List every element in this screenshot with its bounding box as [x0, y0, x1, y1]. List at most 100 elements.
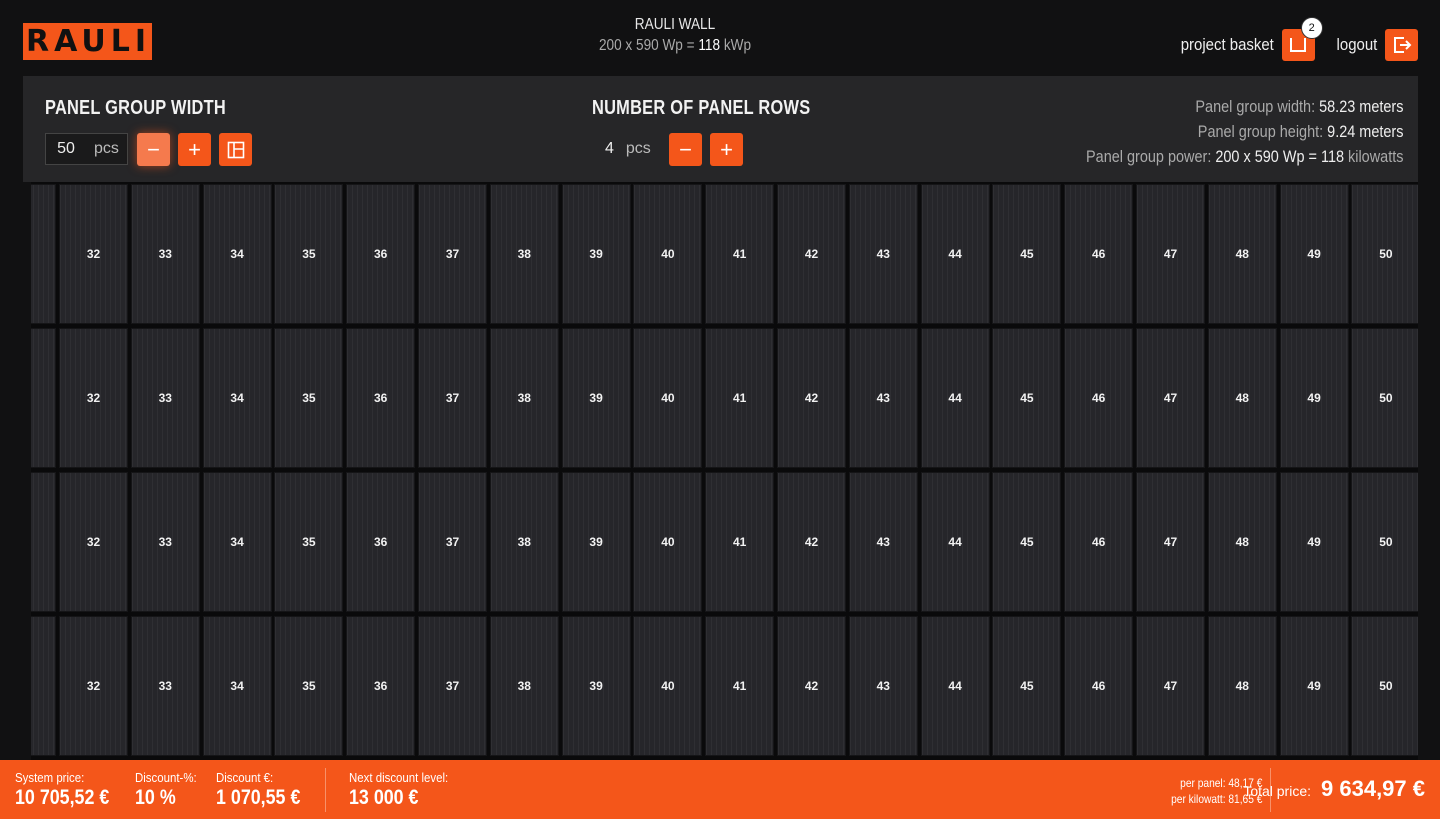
solar-panel[interactable]: 50 [1351, 328, 1418, 468]
info-power: Panel group power: 200 x 590 Wp = 118 ki… [1086, 144, 1403, 169]
solar-panel[interactable]: 41 [705, 328, 775, 468]
solar-panel[interactable]: 39 [561, 328, 631, 468]
solar-panel[interactable]: 49 [1279, 616, 1349, 756]
solar-panel[interactable]: 41 [705, 472, 775, 612]
solar-panel[interactable]: 43 [848, 328, 918, 468]
solar-panel[interactable]: 33 [130, 472, 200, 612]
solar-panel[interactable]: 38 [489, 616, 559, 756]
solar-panel-partial[interactable] [31, 328, 57, 468]
panel-number: 43 [876, 247, 890, 261]
solar-panel[interactable]: 45 [992, 328, 1062, 468]
panel-group-info: Panel group width: 58.23 meters Panel gr… [1030, 94, 1403, 169]
solar-panel[interactable]: 32 [59, 328, 128, 468]
project-basket-button[interactable]: 2 [1281, 17, 1323, 61]
solar-panel[interactable]: 48 [1207, 184, 1277, 324]
solar-panel[interactable]: 34 [202, 184, 272, 324]
solar-panel[interactable]: 35 [274, 616, 344, 756]
solar-panel-partial[interactable] [31, 616, 57, 756]
solar-panel[interactable]: 42 [777, 472, 846, 612]
solar-panel[interactable]: 46 [1064, 328, 1134, 468]
solar-panel[interactable]: 41 [705, 184, 775, 324]
solar-panel[interactable]: 44 [920, 616, 990, 756]
solar-panel[interactable]: 49 [1279, 328, 1349, 468]
solar-panel[interactable]: 45 [992, 184, 1062, 324]
solar-panel[interactable]: 42 [777, 184, 846, 324]
rows-plus-button[interactable]: + [710, 133, 743, 166]
solar-panel[interactable]: 39 [561, 472, 631, 612]
solar-panel[interactable]: 49 [1279, 184, 1349, 324]
solar-panel[interactable]: 44 [920, 472, 990, 612]
solar-panel[interactable]: 37 [418, 184, 487, 324]
rows-minus-button[interactable]: − [669, 133, 702, 166]
solar-panel[interactable]: 40 [633, 328, 703, 468]
solar-panel[interactable]: 38 [489, 184, 559, 324]
solar-panel[interactable]: 46 [1064, 616, 1134, 756]
solar-panel[interactable]: 47 [1136, 472, 1205, 612]
solar-panel[interactable]: 43 [848, 184, 918, 324]
solar-panel[interactable]: 41 [705, 616, 775, 756]
logout-button[interactable] [1385, 29, 1418, 61]
solar-panel[interactable]: 37 [418, 616, 487, 756]
solar-panel[interactable]: 44 [920, 184, 990, 324]
solar-panel[interactable]: 32 [59, 184, 128, 324]
rows-unit: pcs [625, 140, 651, 157]
solar-panel[interactable]: 47 [1136, 616, 1205, 756]
rauli-logo[interactable]: RAULI [23, 23, 152, 60]
solar-panel[interactable]: 40 [633, 616, 703, 756]
solar-panel[interactable]: 37 [418, 328, 487, 468]
solar-panel[interactable]: 35 [274, 328, 344, 468]
solar-panel[interactable]: 37 [418, 472, 487, 612]
solar-panel[interactable]: 33 [130, 328, 200, 468]
solar-panel[interactable]: 47 [1136, 184, 1205, 324]
layout-toggle-button[interactable] [219, 133, 252, 166]
solar-panel[interactable]: 42 [777, 616, 846, 756]
solar-panel[interactable]: 32 [59, 472, 128, 612]
solar-panel[interactable]: 38 [489, 472, 559, 612]
solar-panel[interactable]: 34 [202, 472, 272, 612]
rows-input[interactable]: 4 pcs [605, 133, 651, 165]
solar-panel[interactable]: 36 [346, 616, 416, 756]
solar-panel[interactable]: 49 [1279, 472, 1349, 612]
solar-panel[interactable]: 50 [1351, 616, 1418, 756]
solar-panel[interactable]: 36 [346, 472, 416, 612]
solar-panel[interactable]: 34 [202, 328, 272, 468]
project-basket-label[interactable]: project basket [1181, 35, 1274, 55]
solar-panel[interactable]: 34 [202, 616, 272, 756]
solar-panel[interactable]: 44 [920, 328, 990, 468]
solar-panel[interactable]: 46 [1064, 184, 1134, 324]
solar-panel[interactable]: 35 [274, 472, 344, 612]
solar-panel[interactable]: 47 [1136, 328, 1205, 468]
solar-panel[interactable]: 38 [489, 328, 559, 468]
solar-panel[interactable]: 48 [1207, 616, 1277, 756]
project-name: RAULI WALL [634, 16, 716, 33]
panel-number: 32 [86, 247, 101, 261]
width-input[interactable]: 50 pcs [45, 133, 128, 165]
solar-panel[interactable]: 45 [992, 616, 1062, 756]
solar-panel-partial[interactable] [31, 184, 57, 324]
solar-panel[interactable]: 40 [633, 472, 703, 612]
solar-panel[interactable]: 43 [848, 472, 918, 612]
solar-panel[interactable]: 50 [1351, 472, 1418, 612]
solar-panel[interactable]: 39 [561, 184, 631, 324]
solar-panel[interactable]: 48 [1207, 472, 1277, 612]
solar-panel[interactable]: 33 [130, 616, 200, 756]
solar-panel[interactable]: 50 [1351, 184, 1418, 324]
solar-panel-partial[interactable] [31, 472, 57, 612]
solar-panel[interactable]: 36 [346, 328, 416, 468]
solar-panel[interactable]: 42 [777, 328, 846, 468]
solar-panel[interactable]: 36 [346, 184, 416, 324]
width-plus-button[interactable]: + [178, 133, 211, 166]
panel-number: 32 [86, 391, 101, 405]
solar-panel[interactable]: 43 [848, 616, 918, 756]
solar-panel[interactable]: 33 [130, 184, 200, 324]
width-minus-button[interactable]: − [137, 133, 170, 166]
solar-panel[interactable]: 32 [59, 616, 128, 756]
total-price: Total price: 9 634,97 € [1243, 776, 1425, 802]
solar-panel[interactable]: 45 [992, 472, 1062, 612]
solar-panel[interactable]: 40 [633, 184, 703, 324]
solar-panel[interactable]: 48 [1207, 328, 1277, 468]
solar-panel[interactable]: 39 [561, 616, 631, 756]
solar-panel[interactable]: 35 [274, 184, 344, 324]
solar-panel[interactable]: 46 [1064, 472, 1134, 612]
logout-label[interactable]: logout [1336, 35, 1377, 55]
